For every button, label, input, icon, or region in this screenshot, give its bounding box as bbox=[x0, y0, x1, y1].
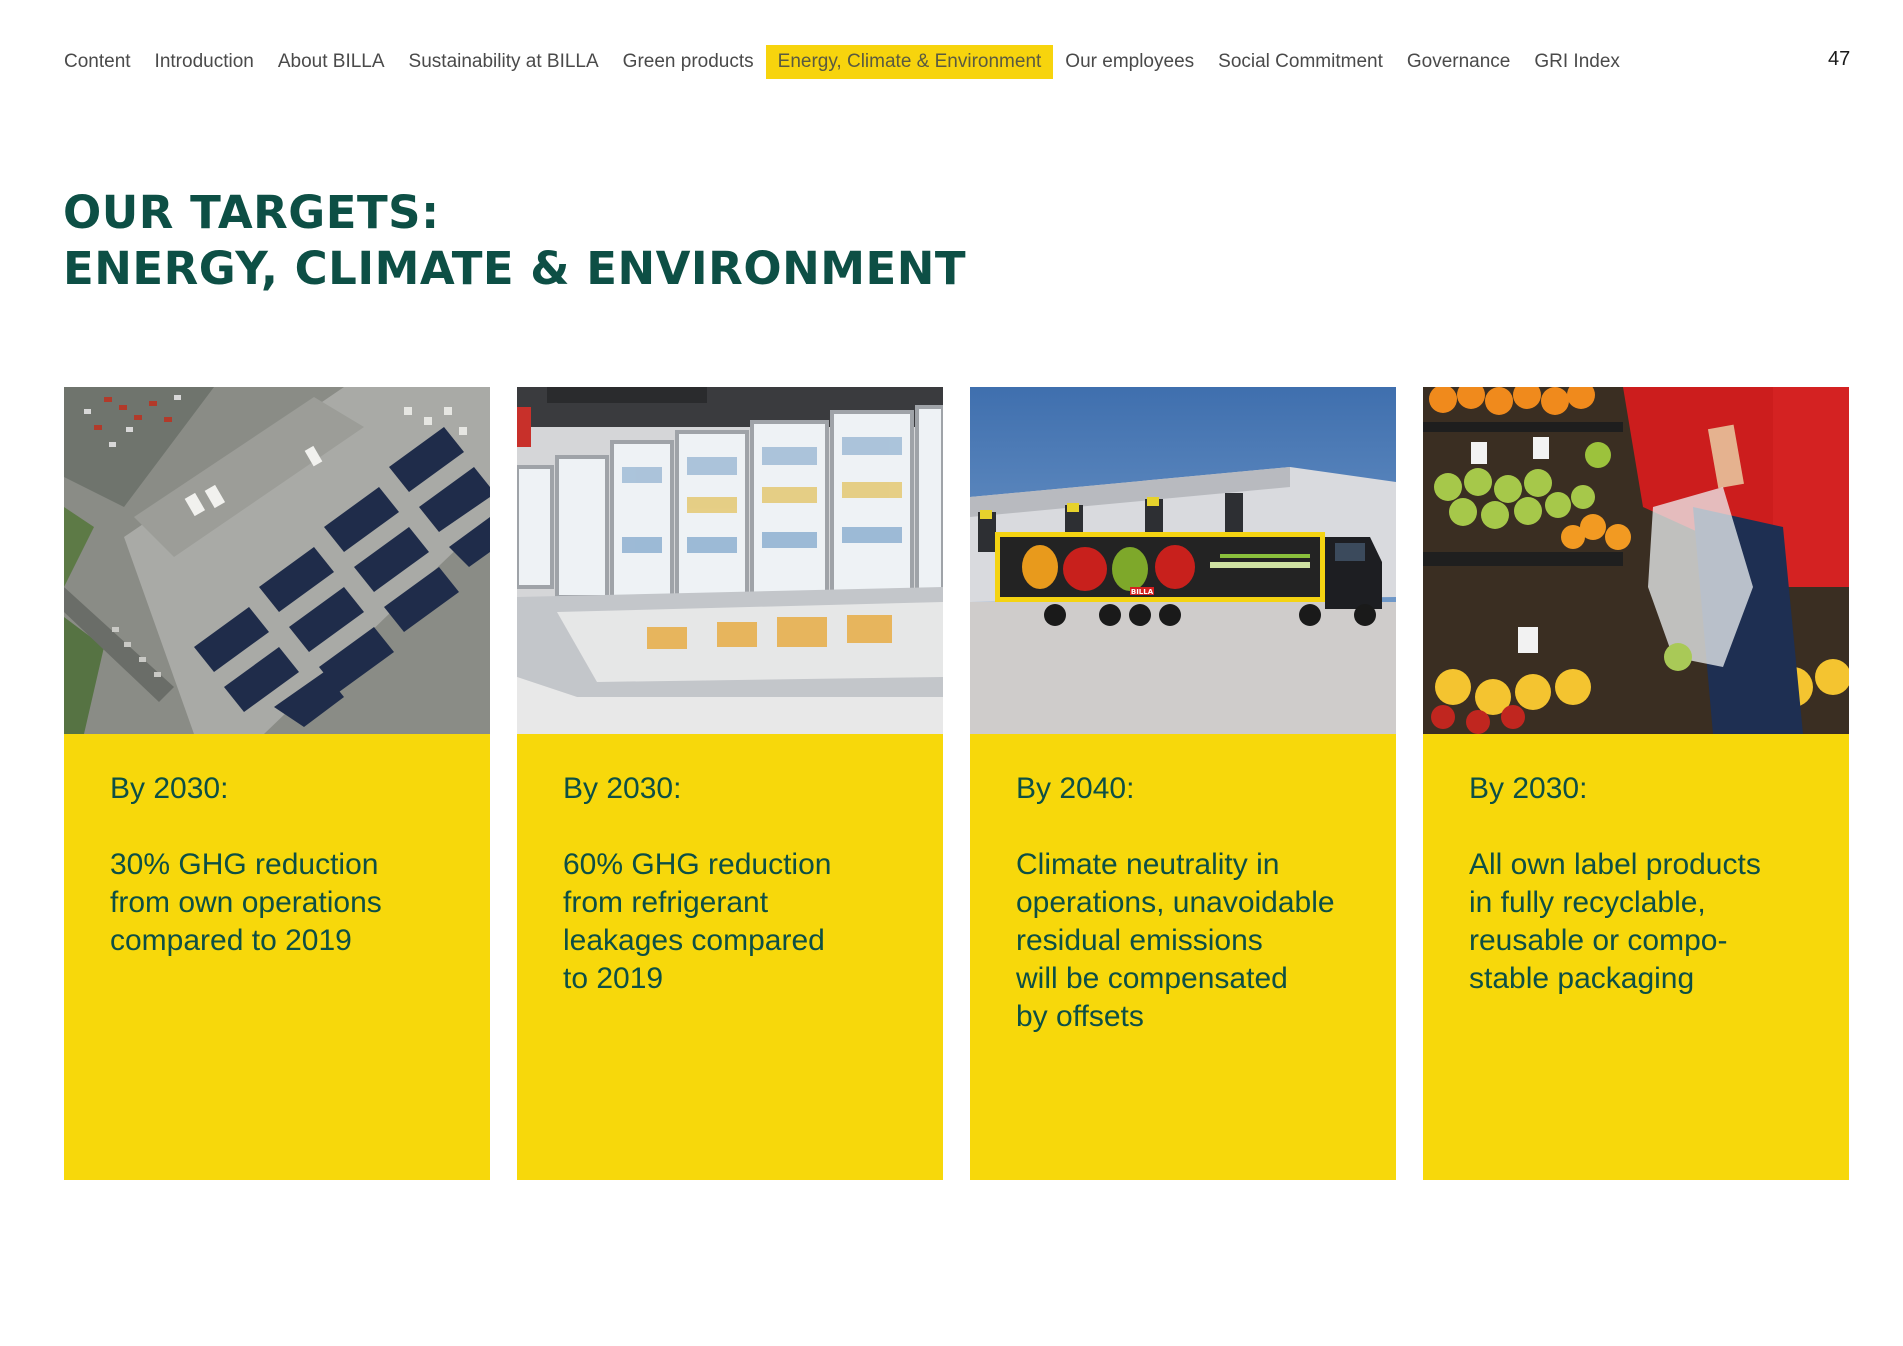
target-card-text: By 2040: Climate neutrality in operation… bbox=[970, 734, 1396, 1180]
truck-billa-logo: BILLA bbox=[1131, 588, 1154, 596]
target-card-text: By 2030: 30% GHG reduction from own oper… bbox=[64, 734, 490, 1180]
target-year: By 2030: bbox=[563, 772, 682, 805]
target-card: BILLA By 2040: Climate neutrality in ope… bbox=[970, 387, 1396, 1180]
nav-item-our-employees[interactable]: Our employees bbox=[1053, 45, 1206, 79]
nav-item-content[interactable]: Content bbox=[53, 45, 143, 79]
refrigerated-display-cases-photo bbox=[517, 387, 943, 734]
target-description: Climate neutrality in operations, unavoi… bbox=[1016, 848, 1335, 1033]
target-card: By 2030: 30% GHG reduction from own oper… bbox=[64, 387, 490, 1180]
target-card: By 2030: All own label products in fully… bbox=[1423, 387, 1849, 1180]
page-title: OUR TARGETS: ENERGY, CLIMATE & ENVIRONME… bbox=[63, 185, 966, 297]
target-cards: By 2030: 30% GHG reduction from own oper… bbox=[64, 387, 1849, 1180]
target-description: All own label products in fully recyclab… bbox=[1469, 848, 1761, 995]
page-title-line-2: ENERGY, CLIMATE & ENVIRONMENT bbox=[63, 242, 967, 295]
page-number: 47 bbox=[1828, 48, 1851, 70]
top-navigation: Content Introduction About BILLA Sustain… bbox=[53, 45, 1632, 79]
nav-item-gri-index[interactable]: GRI Index bbox=[1522, 45, 1632, 79]
target-year: By 2030: bbox=[110, 772, 229, 805]
billa-delivery-truck-photo: BILLA bbox=[970, 387, 1396, 734]
target-card-text: By 2030: All own label products in fully… bbox=[1423, 734, 1849, 1180]
target-year: By 2040: bbox=[1016, 772, 1135, 805]
nav-item-social-commitment[interactable]: Social Commitment bbox=[1206, 45, 1395, 79]
target-description: 30% GHG reduction from own operations co… bbox=[110, 848, 382, 957]
nav-item-energy-climate-environment[interactable]: Energy, Climate & Environment bbox=[765, 45, 1054, 79]
target-year: By 2030: bbox=[1469, 772, 1588, 805]
page-title-line-1: OUR TARGETS: bbox=[63, 186, 440, 239]
nav-item-about-billa[interactable]: About BILLA bbox=[266, 45, 397, 79]
nav-item-green-products[interactable]: Green products bbox=[611, 45, 766, 79]
target-card-text: By 2030: 60% GHG reduction from refriger… bbox=[517, 734, 943, 1180]
nav-item-sustainability[interactable]: Sustainability at BILLA bbox=[397, 45, 611, 79]
nav-item-introduction[interactable]: Introduction bbox=[143, 45, 266, 79]
nav-item-governance[interactable]: Governance bbox=[1395, 45, 1523, 79]
produce-shopper-reusable-bag-photo bbox=[1423, 387, 1849, 734]
target-card: By 2030: 60% GHG reduction from refriger… bbox=[517, 387, 943, 1180]
target-description: 60% GHG reduction from refrigerant leaka… bbox=[563, 848, 832, 995]
aerial-solar-roof-photo bbox=[64, 387, 490, 734]
